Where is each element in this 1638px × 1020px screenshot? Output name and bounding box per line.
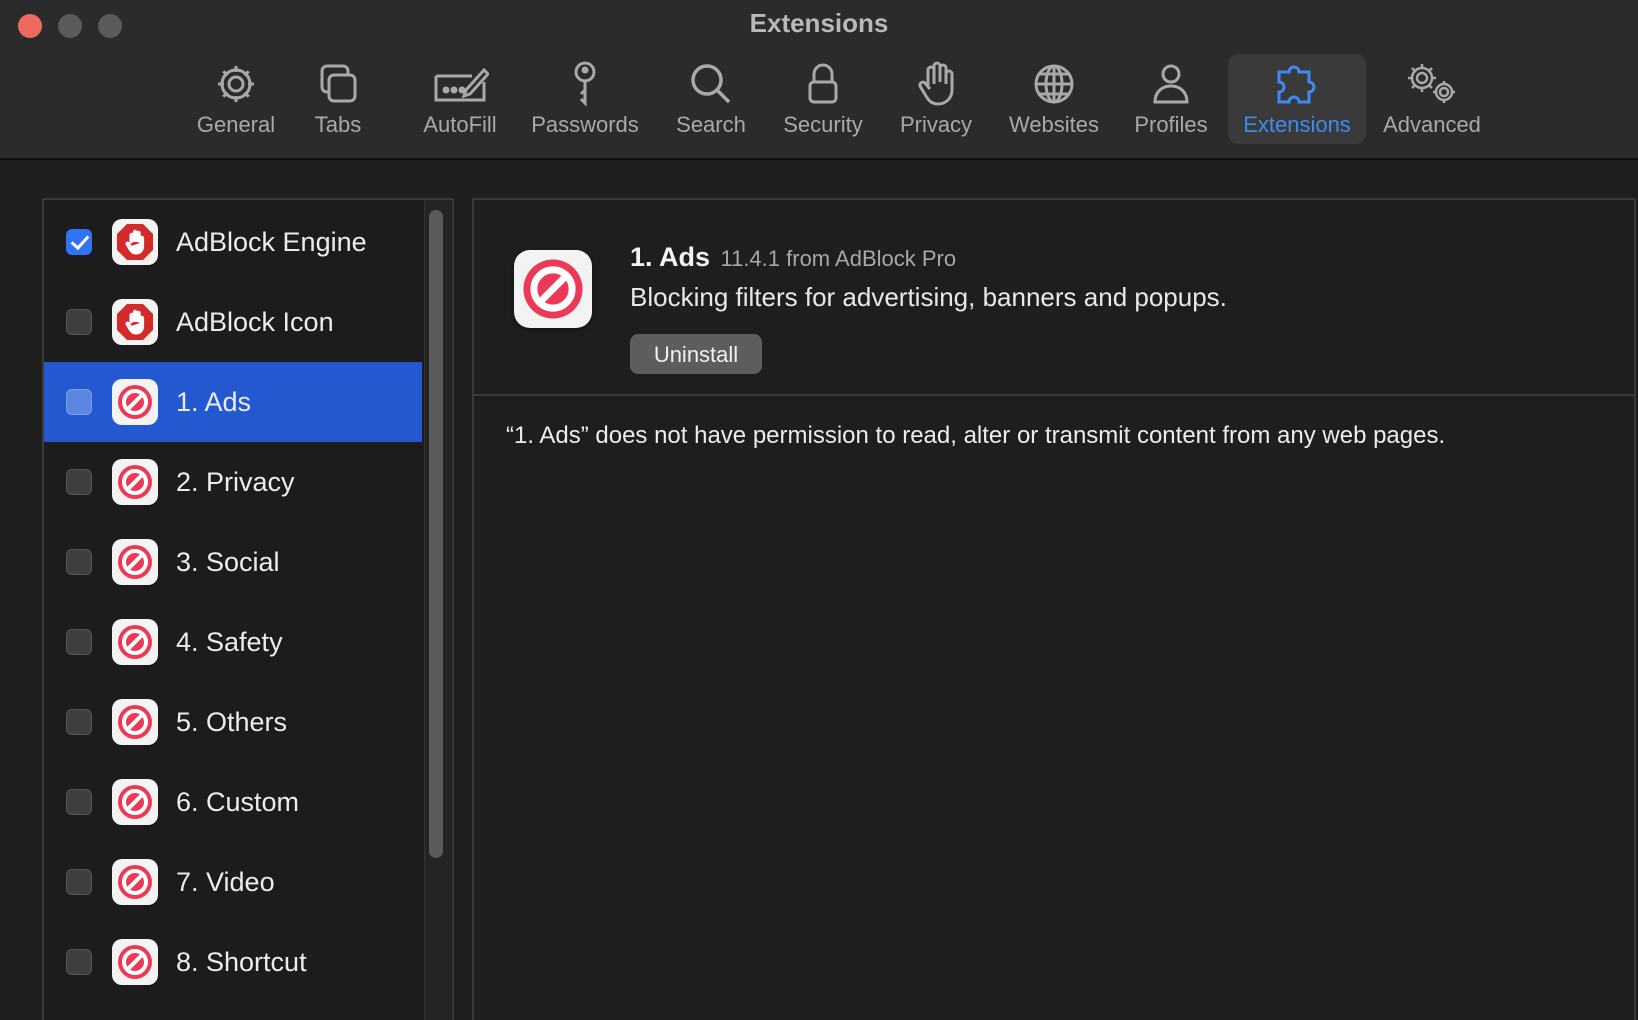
extension-name: 5. Others <box>176 706 288 737</box>
autofill-icon <box>434 67 489 102</box>
extension-row-social[interactable]: 3. Social <box>44 522 422 602</box>
extension-row-custom[interactable]: 6. Custom <box>44 762 422 842</box>
tabs-icon <box>320 64 357 103</box>
block-icon <box>112 539 158 585</box>
preferences-toolbar: General Tabs AutoFill Passwords Search S… <box>0 54 1638 146</box>
uninstall-button[interactable]: Uninstall <box>630 334 762 374</box>
extension-row-adblock-icon[interactable]: AdBlock Icon <box>44 282 422 362</box>
tab-label: Profiles <box>1134 112 1208 137</box>
enable-checkbox[interactable] <box>66 869 92 895</box>
enable-checkbox[interactable] <box>66 949 92 975</box>
tab-general[interactable]: General <box>186 54 286 144</box>
enable-checkbox[interactable] <box>66 309 92 335</box>
extension-row-shortcut[interactable]: 8. Shortcut <box>44 922 422 1002</box>
tab-label: Websites <box>1008 112 1100 137</box>
search-icon <box>691 64 731 104</box>
tab-privacy[interactable]: Privacy <box>894 54 978 144</box>
extension-name: AdBlock Icon <box>176 306 334 337</box>
extension-title: 1. Ads 11.4.1 from AdBlock Pro <box>630 242 956 273</box>
scrollbar-thumb[interactable] <box>429 210 443 858</box>
tab-advanced[interactable]: Advanced <box>1380 54 1484 144</box>
extension-name: 8. Shortcut <box>176 946 307 977</box>
extension-name: AdBlock Engine <box>176 226 367 257</box>
extension-name: 2. Privacy <box>176 466 295 497</box>
extension-name: 1. Ads <box>176 386 252 417</box>
tab-label: Passwords <box>531 112 639 137</box>
tab-label: Tabs <box>314 112 362 137</box>
tab-extensions[interactable]: Extensions <box>1228 54 1366 144</box>
adblock-hand-icon <box>112 219 158 265</box>
tab-label: Security <box>783 112 863 137</box>
extension-row-adblock-engine[interactable]: AdBlock Engine <box>44 202 422 282</box>
title-bar: Extensions General Tabs AutoFill Passwor… <box>0 0 1638 160</box>
extension-name: 4. Safety <box>176 626 283 657</box>
lock-icon <box>808 63 838 104</box>
extensions-list: AdBlock Engine AdBlock Icon 1. Ads 2. Pr… <box>42 198 454 1020</box>
tab-profiles[interactable]: Profiles <box>1128 54 1214 144</box>
block-icon <box>112 779 158 825</box>
enable-checkbox[interactable] <box>66 469 92 495</box>
enable-checkbox[interactable] <box>66 389 92 415</box>
block-icon <box>112 459 158 505</box>
preferences-window: Extensions General Tabs AutoFill Passwor… <box>0 0 1638 1020</box>
tab-security[interactable]: Security <box>778 54 868 144</box>
permission-text: “1. Ads” does not have permission to rea… <box>506 422 1446 449</box>
extension-row-privacy[interactable]: 2. Privacy <box>44 442 422 522</box>
extension-version: 11.4.1 from AdBlock Pro <box>720 246 957 271</box>
enable-checkbox[interactable] <box>66 549 92 575</box>
window-title: Extensions <box>749 8 889 38</box>
tab-tabs[interactable]: Tabs <box>298 54 378 144</box>
block-icon <box>112 619 158 665</box>
tab-label: General <box>196 112 276 137</box>
adblock-hand-icon <box>112 299 158 345</box>
globe-icon <box>1034 64 1074 104</box>
extension-row-ads[interactable]: 1. Ads <box>44 362 422 442</box>
tab-search[interactable]: Search <box>668 54 754 144</box>
key-icon <box>574 61 596 107</box>
block-icon <box>112 859 158 905</box>
extension-description: Blocking filters for advertising, banner… <box>630 282 1227 312</box>
tab-label: Extensions <box>1243 112 1351 137</box>
enable-checkbox[interactable] <box>66 709 92 735</box>
gear-icon <box>218 66 254 102</box>
enable-checkbox[interactable] <box>66 629 92 655</box>
extension-title-name: 1. Ads <box>630 242 711 272</box>
extension-name: 7. Video <box>176 866 275 897</box>
extension-detail-pane: 1. Ads 11.4.1 from AdBlock Pro Blocking … <box>472 198 1636 1020</box>
gears-icon <box>1408 64 1455 103</box>
block-icon <box>112 699 158 745</box>
tab-label: Advanced <box>1383 112 1481 137</box>
tab-label: Privacy <box>899 112 973 137</box>
tab-autofill[interactable]: AutoFill <box>402 54 518 144</box>
tab-label: Search <box>676 112 746 137</box>
block-icon <box>112 379 158 425</box>
extension-row-safety[interactable]: 4. Safety <box>44 602 422 682</box>
tab-websites[interactable]: Websites <box>1002 54 1106 144</box>
tab-passwords[interactable]: Passwords <box>526 54 644 144</box>
extension-name: 3. Social <box>176 546 280 577</box>
person-icon <box>1153 64 1189 104</box>
block-icon <box>514 250 592 328</box>
tab-label: AutoFill <box>423 112 497 137</box>
extension-row-others[interactable]: 5. Others <box>44 682 422 762</box>
extension-name: 6. Custom <box>176 786 300 817</box>
enable-checkbox[interactable] <box>66 789 92 815</box>
puzzle-icon <box>1277 65 1316 104</box>
block-icon <box>112 939 158 985</box>
extension-header: 1. Ads 11.4.1 from AdBlock Pro Blocking … <box>474 200 1634 396</box>
extension-row-video[interactable]: 7. Video <box>44 842 422 922</box>
enable-checkbox[interactable] <box>66 229 92 255</box>
hand-icon <box>918 61 954 106</box>
